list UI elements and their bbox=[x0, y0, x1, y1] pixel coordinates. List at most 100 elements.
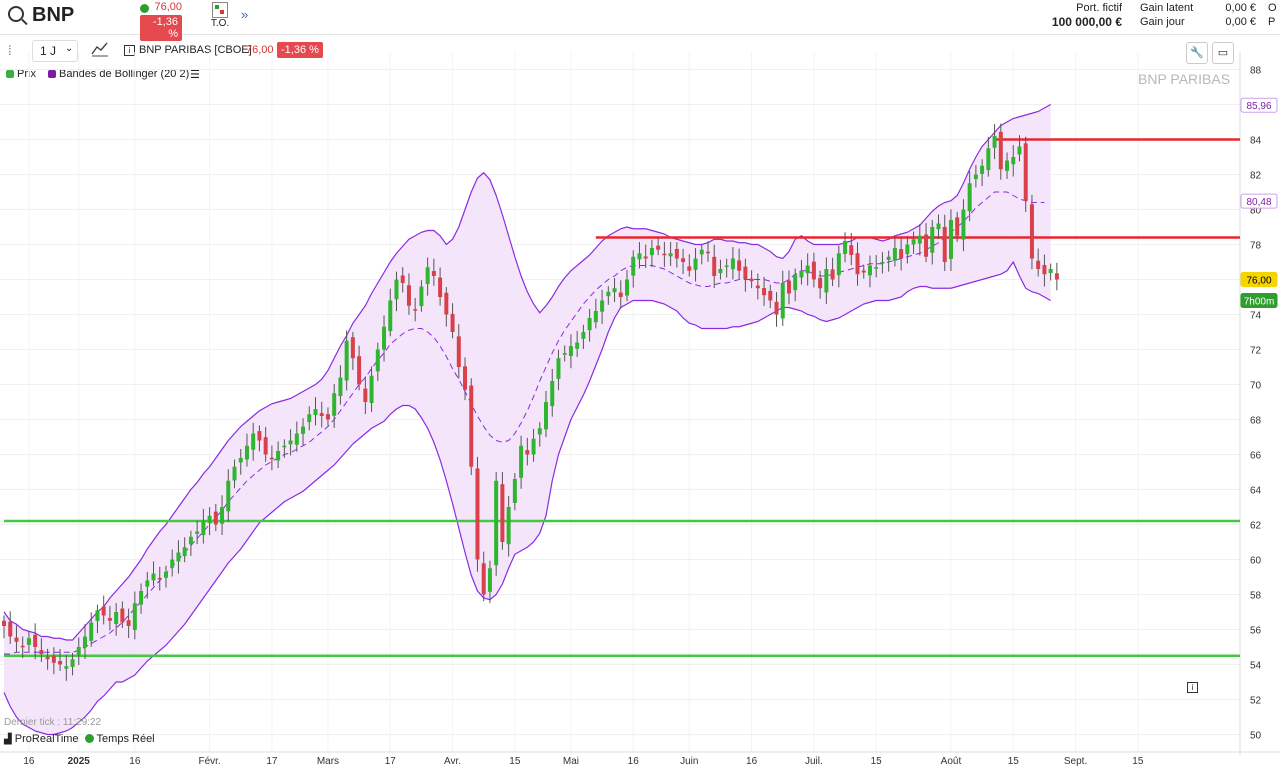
price-chart[interactable]: 5052545658606264666870727476788082848688… bbox=[0, 34, 1280, 771]
candle bbox=[625, 279, 629, 296]
candle bbox=[705, 251, 710, 254]
x-tick-label: 17 bbox=[385, 756, 397, 767]
candle bbox=[375, 349, 380, 372]
candle bbox=[917, 235, 922, 244]
x-tick-label: 2025 bbox=[68, 756, 91, 767]
x-tick-label: Août bbox=[941, 756, 962, 767]
gain-latent-value: 0,00 € bbox=[1225, 2, 1256, 14]
candle bbox=[575, 342, 580, 349]
candle bbox=[263, 437, 268, 455]
gain-latent-label: Gain latent bbox=[1140, 2, 1194, 14]
y-tick-label: 56 bbox=[1250, 626, 1262, 637]
to-button[interactable]: T.O. bbox=[208, 2, 232, 29]
candle bbox=[232, 466, 237, 481]
x-tick-label: Févr. bbox=[198, 756, 220, 767]
x-tick-label: Juil. bbox=[805, 756, 823, 767]
x-tick-label: 15 bbox=[509, 756, 521, 767]
symbol-title[interactable]: BNP bbox=[32, 4, 74, 27]
candle bbox=[469, 385, 474, 467]
candle bbox=[849, 245, 854, 255]
candle bbox=[257, 431, 262, 441]
info-icon[interactable]: i bbox=[1187, 682, 1198, 693]
y-tick-label: 62 bbox=[1250, 521, 1262, 532]
x-tick-label: 16 bbox=[129, 756, 141, 767]
candle bbox=[568, 346, 573, 357]
candle bbox=[930, 227, 935, 253]
cut-labels: O P bbox=[1268, 1, 1278, 29]
search-icon[interactable] bbox=[8, 6, 24, 22]
candle bbox=[924, 234, 929, 257]
x-tick-label: 15 bbox=[1008, 756, 1020, 767]
candle bbox=[512, 479, 517, 503]
market-open-dot bbox=[140, 4, 149, 13]
top-bar: BNP 76,00 -1,36 % T.O. » Port. fictif 10… bbox=[0, 0, 1280, 41]
x-tick-label: 16 bbox=[746, 756, 758, 767]
candle bbox=[444, 292, 449, 315]
candle bbox=[830, 269, 835, 280]
y-tick-label: 74 bbox=[1250, 311, 1262, 322]
candle bbox=[26, 638, 31, 645]
candle bbox=[487, 568, 492, 592]
to-label: T.O. bbox=[210, 18, 230, 29]
candle bbox=[195, 531, 200, 534]
candle bbox=[1017, 146, 1022, 155]
candle bbox=[699, 249, 704, 255]
candle bbox=[313, 409, 318, 416]
candle bbox=[456, 336, 461, 367]
candle bbox=[325, 414, 330, 420]
y-tick-label: 60 bbox=[1250, 556, 1262, 567]
candle bbox=[107, 618, 112, 621]
candle bbox=[207, 515, 212, 523]
candle bbox=[338, 377, 343, 397]
price-label: 76,00 bbox=[1246, 276, 1271, 287]
candle bbox=[406, 285, 411, 306]
candle bbox=[301, 426, 306, 434]
candle bbox=[188, 536, 193, 545]
candle bbox=[656, 245, 661, 250]
price-label: 85,96 bbox=[1246, 101, 1271, 112]
candle bbox=[836, 253, 841, 276]
candle bbox=[799, 270, 804, 278]
x-tick-label: 17 bbox=[266, 756, 278, 767]
candle bbox=[76, 647, 81, 655]
candle bbox=[793, 274, 798, 291]
candle bbox=[1011, 157, 1016, 165]
candle bbox=[544, 402, 549, 430]
candle bbox=[450, 313, 455, 332]
candle bbox=[537, 428, 542, 435]
candle bbox=[531, 438, 536, 455]
gain-jour-label: Gain jour bbox=[1140, 16, 1185, 28]
double-chevron-right-icon[interactable]: » bbox=[241, 7, 248, 22]
candle bbox=[319, 413, 324, 416]
candle bbox=[58, 661, 63, 665]
y-tick-label: 64 bbox=[1250, 486, 1262, 497]
candle bbox=[170, 559, 175, 568]
candle bbox=[998, 131, 1003, 170]
candle bbox=[382, 326, 387, 350]
candle bbox=[730, 258, 735, 270]
candle bbox=[1048, 269, 1053, 274]
x-tick-label: Juin bbox=[680, 756, 698, 767]
y-tick-label: 58 bbox=[1250, 591, 1262, 602]
candle bbox=[562, 353, 567, 355]
candle bbox=[519, 445, 524, 478]
candle bbox=[163, 571, 168, 578]
order-ticket-icon bbox=[212, 2, 228, 18]
realtime-dot bbox=[84, 734, 94, 743]
candle bbox=[992, 136, 997, 148]
x-tick-label: Avr. bbox=[444, 756, 461, 767]
portfolio-box: Port. fictif 100 000,00 € bbox=[1040, 1, 1122, 30]
candle bbox=[419, 286, 424, 307]
candle bbox=[961, 209, 966, 240]
y-tick-label: 70 bbox=[1250, 381, 1262, 392]
candle bbox=[693, 258, 698, 270]
candle bbox=[855, 253, 860, 275]
candle bbox=[1054, 273, 1059, 280]
cut-label-2: P bbox=[1268, 16, 1276, 28]
candle bbox=[251, 433, 256, 450]
candle bbox=[139, 591, 144, 605]
candle bbox=[581, 332, 586, 339]
gain-labels: Gain latent Gain jour bbox=[1140, 1, 1194, 29]
candle bbox=[363, 388, 368, 402]
candle bbox=[394, 279, 399, 300]
